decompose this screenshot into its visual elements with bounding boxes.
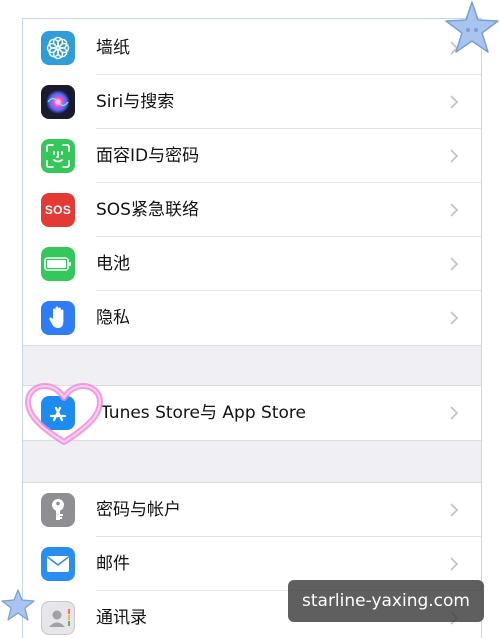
- settings-row-passwords-accounts[interactable]: 密码与帐户: [23, 483, 481, 537]
- watermark: starline-yaxing.com: [288, 580, 484, 622]
- settings-row-label: 面容ID与密码: [96, 146, 200, 166]
- section-separator: [23, 345, 481, 386]
- settings-row-label: Tunes Store与 App Store: [101, 403, 306, 423]
- settings-row-wallpaper[interactable]: 墙纸: [23, 21, 481, 75]
- sos-icon: SOS: [41, 193, 75, 227]
- chevron-right-icon: [450, 257, 459, 271]
- settings-row-label: 墙纸: [96, 38, 130, 58]
- battery-icon: [41, 247, 75, 281]
- settings-row-siri[interactable]: Siri与搜索: [23, 75, 481, 129]
- chevron-right-icon: [450, 311, 459, 325]
- settings-row-label: 密码与帐户: [96, 500, 181, 520]
- chevron-right-icon: [450, 203, 459, 217]
- chevron-right-icon: [450, 503, 459, 517]
- settings-row-label: 邮件: [96, 554, 130, 574]
- settings-row-label: 电池: [96, 254, 130, 274]
- wallpaper-flower-icon: [41, 31, 75, 65]
- chevron-right-icon: [450, 557, 459, 571]
- star-sticker-icon: [1, 589, 35, 621]
- contacts-icon: [41, 601, 75, 635]
- settings-list: 墙纸 Siri与搜索 面容ID与密码 SOS SOS紧急联络 电池 隐私 Tun…: [22, 18, 482, 638]
- face-id-icon: [41, 139, 75, 173]
- settings-row-battery[interactable]: 电池: [23, 237, 481, 291]
- privacy-hand-icon: [41, 301, 75, 335]
- settings-row-face-id[interactable]: 面容ID与密码: [23, 129, 481, 183]
- chevron-right-icon: [450, 95, 459, 109]
- settings-row-sos[interactable]: SOS SOS紧急联络: [23, 183, 481, 237]
- heart-sticker-icon: [25, 383, 103, 445]
- settings-row-label: Siri与搜索: [96, 92, 175, 112]
- settings-row-label: 通讯录: [96, 608, 147, 628]
- mail-icon: [41, 547, 75, 581]
- key-icon: [41, 493, 75, 527]
- chevron-right-icon: [450, 149, 459, 163]
- sos-icon-text: SOS: [44, 203, 72, 217]
- siri-icon: [41, 85, 75, 119]
- star-sticker-icon: [445, 1, 499, 53]
- settings-row-privacy[interactable]: 隐私: [23, 291, 481, 345]
- settings-row-label: 隐私: [96, 308, 130, 328]
- chevron-right-icon: [450, 406, 459, 420]
- settings-row-label: SOS紧急联络: [96, 200, 199, 220]
